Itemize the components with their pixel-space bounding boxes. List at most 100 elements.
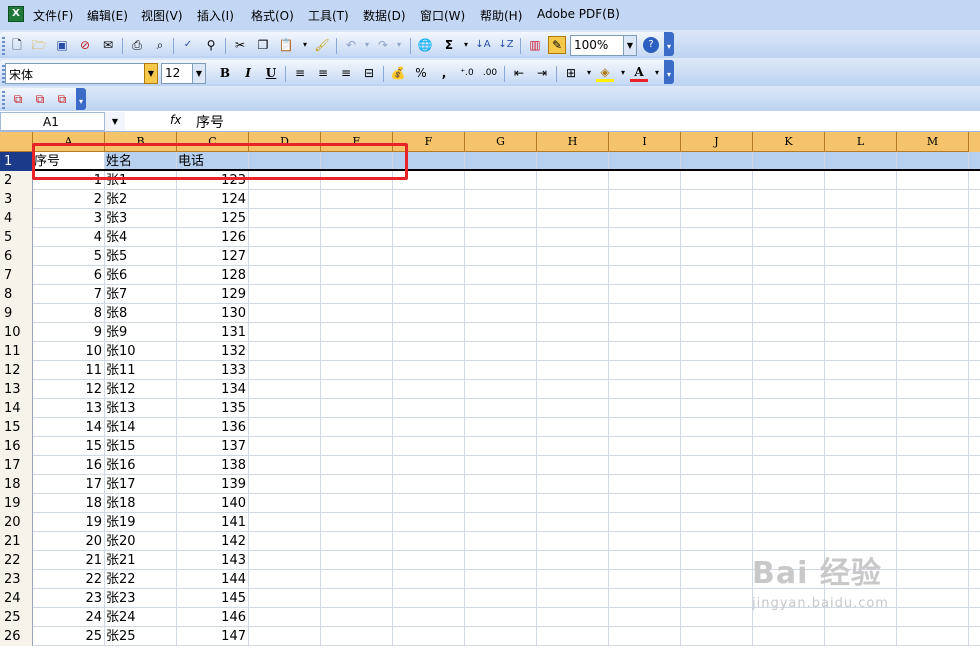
cell-b[interactable]: 张4 — [105, 228, 177, 247]
cell[interactable] — [321, 494, 393, 513]
cell[interactable] — [609, 513, 681, 532]
cell[interactable] — [249, 627, 321, 646]
cell-b[interactable]: 张15 — [105, 437, 177, 456]
italic-button[interactable]: I — [239, 64, 257, 82]
cell-a[interactable]: 20 — [33, 532, 105, 551]
cell[interactable] — [681, 551, 753, 570]
row-header[interactable]: 16 — [0, 437, 33, 456]
cell[interactable] — [249, 266, 321, 285]
cell-a[interactable]: 17 — [33, 475, 105, 494]
cell-a[interactable]: 12 — [33, 380, 105, 399]
cell-c[interactable]: 145 — [177, 589, 249, 608]
underline-button[interactable]: U — [262, 64, 280, 82]
row-header[interactable]: 14 — [0, 399, 33, 418]
cell-c[interactable]: 123 — [177, 171, 249, 190]
cell[interactable] — [825, 247, 897, 266]
cell[interactable] — [681, 266, 753, 285]
cell[interactable] — [537, 627, 609, 646]
cell[interactable] — [897, 418, 969, 437]
cell[interactable] — [897, 171, 969, 190]
cell-a[interactable]: 4 — [33, 228, 105, 247]
cell[interactable] — [465, 475, 537, 494]
cell[interactable] — [321, 627, 393, 646]
cell[interactable] — [537, 532, 609, 551]
cell[interactable] — [825, 342, 897, 361]
cell[interactable] — [681, 209, 753, 228]
cell-a[interactable]: 19 — [33, 513, 105, 532]
cell[interactable] — [321, 190, 393, 209]
cell[interactable] — [393, 532, 465, 551]
row-header[interactable]: 3 — [0, 190, 33, 209]
row-header[interactable]: 24 — [0, 589, 33, 608]
cell[interactable] — [321, 380, 393, 399]
table-row[interactable]: 11 10 张10 132 — [0, 342, 980, 361]
cell[interactable] — [465, 266, 537, 285]
cell-a[interactable]: 11 — [33, 361, 105, 380]
cell[interactable] — [321, 608, 393, 627]
cell[interactable] — [393, 570, 465, 589]
sort-descending-icon[interactable]: ↓Z — [497, 36, 515, 54]
cell[interactable] — [321, 570, 393, 589]
cell[interactable] — [249, 608, 321, 627]
row-header[interactable]: 1 — [0, 152, 33, 171]
table-row[interactable]: 20 19 张19 141 — [0, 513, 980, 532]
row-header[interactable]: 8 — [0, 285, 33, 304]
cell-b[interactable]: 张18 — [105, 494, 177, 513]
table-row[interactable]: 19 18 张18 140 — [0, 494, 980, 513]
row-header[interactable]: 2 — [0, 171, 33, 190]
comma-style-button[interactable]: , — [435, 64, 453, 82]
table-row[interactable]: 15 14 张14 136 — [0, 418, 980, 437]
cell[interactable] — [393, 494, 465, 513]
cell[interactable] — [321, 247, 393, 266]
cell[interactable] — [321, 228, 393, 247]
cell[interactable] — [753, 190, 825, 209]
cell[interactable] — [249, 513, 321, 532]
print-icon[interactable]: ⎙ — [128, 36, 146, 54]
column-header-d[interactable]: D — [249, 132, 321, 152]
borders-icon[interactable]: ⊞ — [562, 64, 580, 82]
cell[interactable] — [753, 228, 825, 247]
table-row[interactable]: 16 15 张15 137 — [0, 437, 980, 456]
cell[interactable] — [609, 380, 681, 399]
format-painter-icon[interactable]: 🖌 — [313, 36, 331, 54]
table-row[interactable]: 10 9 张9 131 — [0, 323, 980, 342]
column-header-l[interactable]: L — [825, 132, 897, 152]
cell[interactable] — [465, 589, 537, 608]
cell[interactable] — [753, 437, 825, 456]
column-header-a[interactable]: A — [33, 132, 105, 152]
cell[interactable] — [753, 380, 825, 399]
cell[interactable] — [537, 475, 609, 494]
cell[interactable] — [753, 418, 825, 437]
help-icon[interactable]: ? — [643, 37, 659, 53]
cell-a[interactable]: 16 — [33, 456, 105, 475]
cell[interactable] — [609, 627, 681, 646]
menu-edit[interactable]: 编辑(E) — [87, 7, 128, 24]
row-header[interactable]: 4 — [0, 209, 33, 228]
cell[interactable] — [537, 589, 609, 608]
cell-c[interactable]: 128 — [177, 266, 249, 285]
cell-c[interactable]: 136 — [177, 418, 249, 437]
cell[interactable] — [465, 361, 537, 380]
cell[interactable] — [249, 247, 321, 266]
cell[interactable] — [393, 266, 465, 285]
cell[interactable] — [537, 171, 609, 190]
cell[interactable] — [897, 247, 969, 266]
row-header[interactable]: 12 — [0, 361, 33, 380]
cell-c[interactable]: 140 — [177, 494, 249, 513]
decrease-decimal-icon[interactable]: .00 — [481, 64, 499, 82]
cell-a[interactable]: 21 — [33, 551, 105, 570]
cell[interactable] — [609, 494, 681, 513]
table-row[interactable]: 17 16 张16 138 — [0, 456, 980, 475]
cell[interactable] — [681, 437, 753, 456]
cell[interactable] — [537, 304, 609, 323]
cell[interactable] — [753, 323, 825, 342]
cell[interactable] — [393, 627, 465, 646]
cell-c[interactable]: 142 — [177, 532, 249, 551]
row-header[interactable]: 17 — [0, 456, 33, 475]
toolbar-options-icon[interactable]: ▾ — [664, 32, 674, 56]
cell[interactable] — [753, 209, 825, 228]
cell[interactable] — [249, 171, 321, 190]
cell[interactable] — [825, 266, 897, 285]
cell[interactable] — [321, 171, 393, 190]
column-header-m[interactable]: M — [897, 132, 969, 152]
